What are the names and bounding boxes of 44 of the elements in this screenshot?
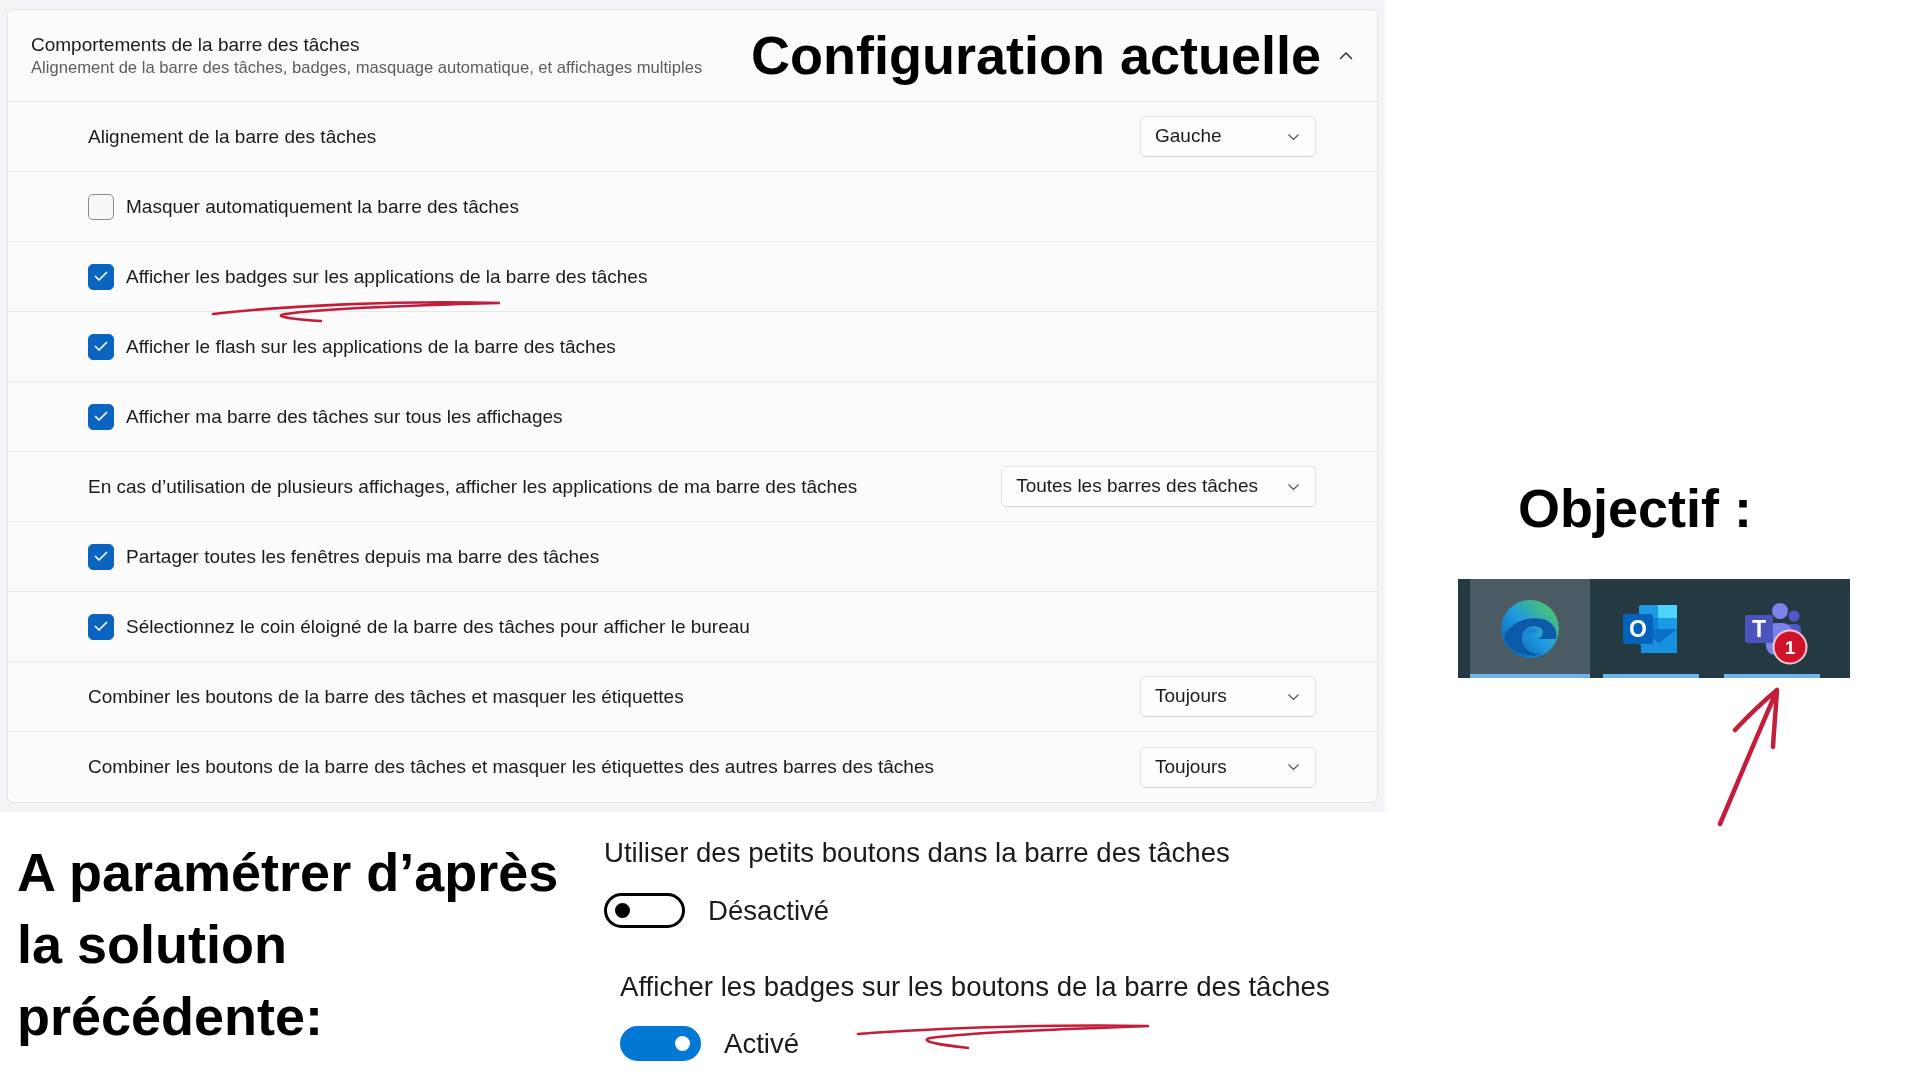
chevron-down-icon [1288,483,1299,490]
checkbox[interactable] [88,263,114,290]
setting-label: Alignement de la barre des tâches [88,124,377,149]
notification-badge: 1 [1772,629,1808,665]
checkbox[interactable] [88,193,114,220]
toggle-switch[interactable] [604,893,685,928]
section-subtitle: Alignement de la barre des tâches, badges, masquage automatique, et affichages multiples [31,56,704,79]
setting-label: Combiner les boutons de la barre des tâches et masquer les étiquettes [88,684,684,709]
setting-label: Combiner les boutons de la barre des tâches et masquer les étiquettes des autres barres des tâches [88,755,934,779]
toggle-switch[interactable] [620,1026,701,1061]
toggle-label: Utiliser des petits boutons dans la barre des tâches [604,837,1231,869]
toggle-state-text: Activé [724,1027,800,1060]
toggle-state-text: Désactivé [708,894,830,927]
annotation-heading: Objectif : [1518,477,1752,540]
section-title: Comportements de la barre des tâches [31,32,361,57]
chevron-down-icon [1288,764,1299,770]
setting-label: En cas d’utilisation de plusieurs affichages, afficher les applications de ma barre des tâches [88,474,858,499]
checkmark-icon [94,271,108,282]
chevron-up-icon[interactable] [1339,51,1353,60]
chevron-down-icon [1288,133,1299,140]
setting-label: Partager toutes les fenêtres depuis ma barre des tâches [126,544,600,569]
dropdown[interactable]: Toujours [1140,676,1316,717]
toggle-label: Afficher les badges sur les boutons de la barre des tâches [620,971,1330,1003]
dropdown[interactable]: Toutes les barres des tâches [1001,466,1316,507]
checkbox[interactable] [88,403,114,430]
chevron-down-icon [1288,693,1299,700]
taskbar-button[interactable] [1470,579,1590,679]
setting-label: Masquer automatiquement la barre des tâches [126,194,519,219]
checkbox[interactable] [88,613,114,640]
checkmark-icon [94,551,108,562]
setting-label: Afficher les badges sur les applications de la barre des tâches [126,264,648,289]
setting-label: Sélectionnez le coin éloigné de la barre des tâches pour afficher le bureau [126,614,750,639]
swirl-logo-icon [1500,598,1560,659]
instruction-heading: A paramétrer d’après la solution précédente: [16,841,560,1048]
checkmark-icon [94,411,108,422]
setting-label: Afficher le flash sur les applications de la barre des tâches [126,334,616,359]
dropdown[interactable]: Toujours [1140,746,1316,788]
setting-label: Afficher ma barre des tâches sur tous les affichages [126,404,563,429]
checkbox[interactable] [88,333,114,360]
checkmark-icon [94,341,108,352]
dropdown[interactable]: Gauche [1140,116,1316,157]
checkbox[interactable] [88,543,114,570]
annotation-heading: Configuration actuelle [750,24,1321,87]
checkmark-icon [94,621,108,632]
